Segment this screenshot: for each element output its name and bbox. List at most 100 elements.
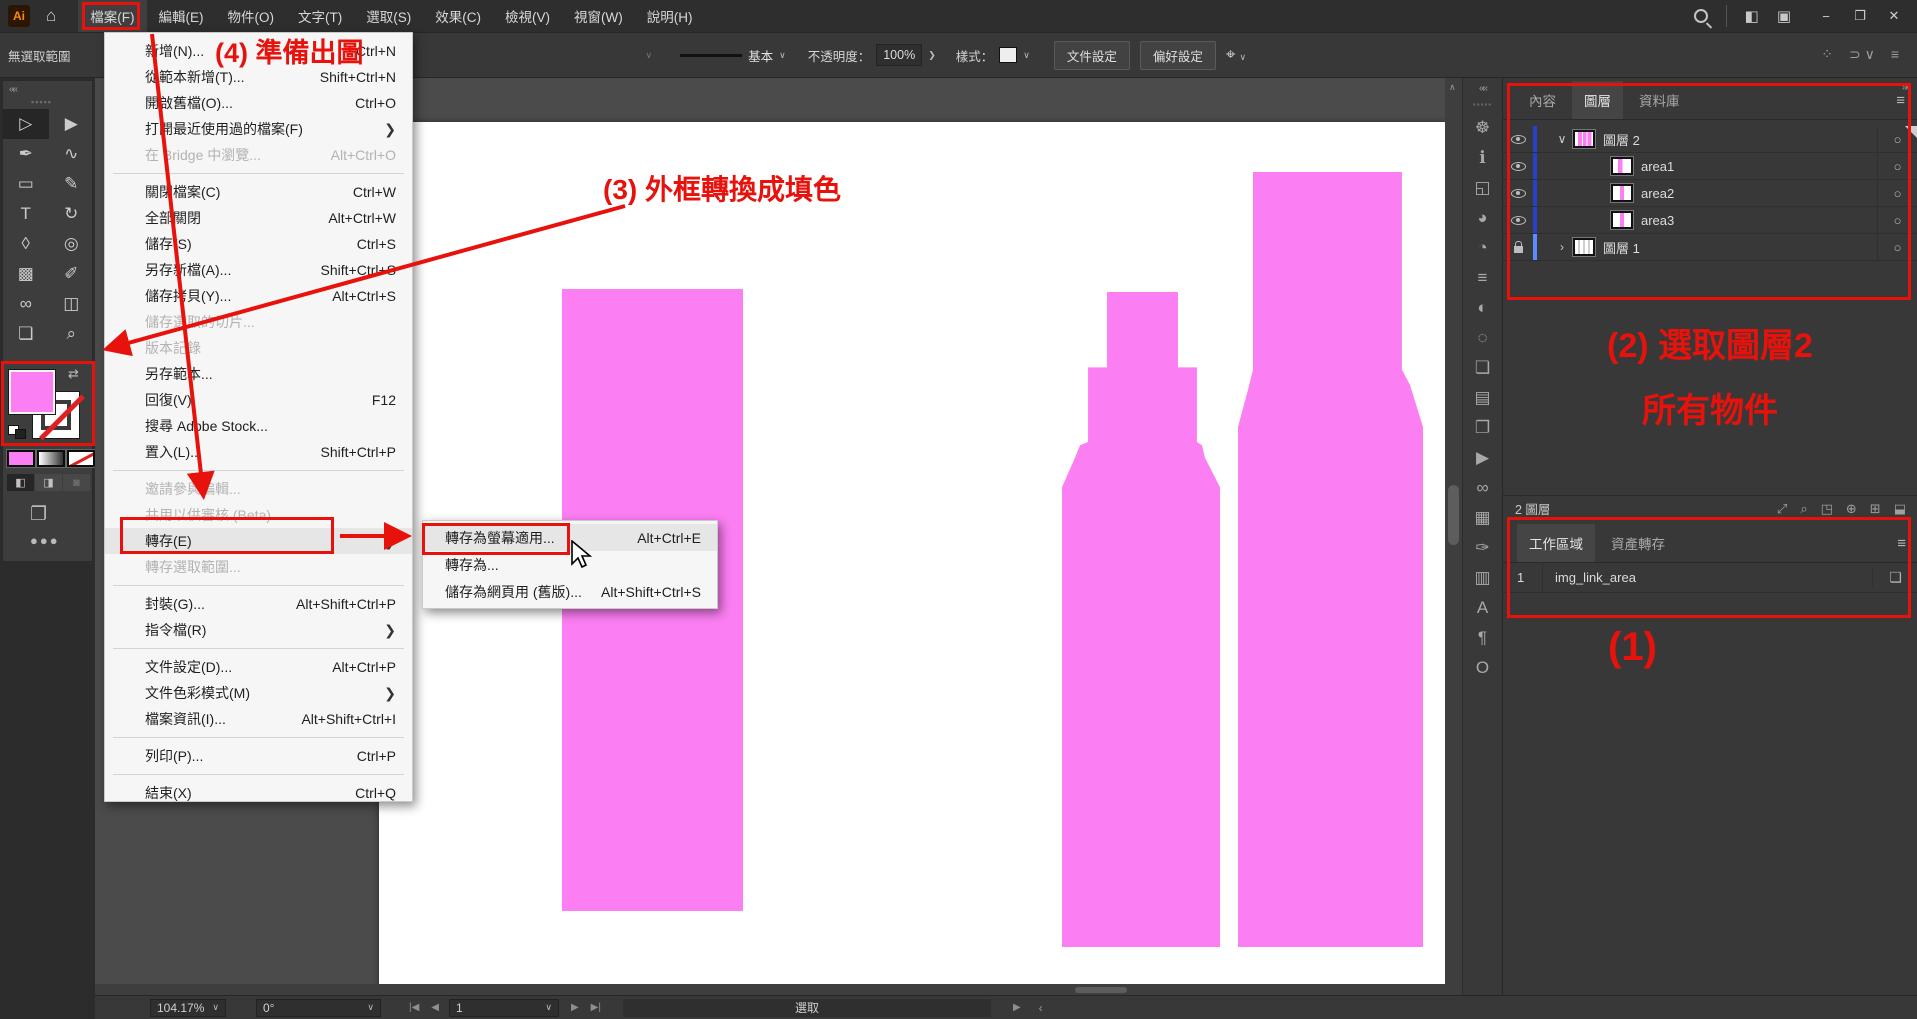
- layer-target-circle[interactable]: ○: [1877, 207, 1917, 233]
- first-artboard-button[interactable]: |◀: [409, 1002, 419, 1013]
- file-menu-item[interactable]: [113, 173, 404, 174]
- layer-name[interactable]: area1: [1641, 159, 1877, 174]
- document-arrange-icon[interactable]: ▣: [1777, 7, 1791, 25]
- layers-panel-menu-icon[interactable]: ≡: [1896, 92, 1905, 109]
- draw-normal-button[interactable]: ◧: [7, 474, 34, 491]
- stroke-style-value[interactable]: 基本: [748, 46, 773, 65]
- layer-disclosure-icon[interactable]: ∨: [1551, 132, 1573, 146]
- horizontal-scrollbar[interactable]: [95, 984, 1445, 995]
- gradient-button[interactable]: [37, 450, 65, 467]
- file-menu-item[interactable]: 文件色彩模式(M)❯: [105, 680, 412, 706]
- panel-icon[interactable]: ◕: [1477, 203, 1487, 233]
- opacity-more-chevron[interactable]: ❯: [928, 50, 936, 61]
- panel-icon[interactable]: A: [1477, 593, 1488, 623]
- file-menu-item[interactable]: 列印(P)...Ctrl+P❯: [105, 743, 412, 769]
- menubar-item[interactable]: 文字(T): [286, 0, 354, 32]
- panel-icon[interactable]: ◱: [1474, 173, 1490, 203]
- layer-name[interactable]: 圖層 1: [1603, 238, 1877, 257]
- panel-icon[interactable]: ✑: [1475, 533, 1489, 563]
- tool-button[interactable]: ⌕: [49, 319, 95, 349]
- panel-icon[interactable]: ◔: [1477, 233, 1487, 263]
- file-menu-item[interactable]: 搜尋 Adobe Stock...❯: [105, 413, 412, 439]
- status-back-icon[interactable]: ‹: [1039, 1001, 1043, 1015]
- layer-row[interactable]: › 圖層 1 ○: [1503, 234, 1917, 261]
- vertical-scrollbar[interactable]: ∧: [1445, 78, 1462, 995]
- panel-tab[interactable]: 圖層: [1572, 81, 1623, 119]
- next-artboard-button[interactable]: ▶: [571, 1002, 579, 1013]
- tool-button[interactable]: ▩: [3, 259, 49, 289]
- file-menu-item[interactable]: [113, 585, 404, 586]
- file-menu-item[interactable]: 儲存(S)Ctrl+S❯: [105, 231, 412, 257]
- tool-button[interactable]: T: [3, 199, 49, 229]
- grid-snap-icon[interactable]: ⁘: [1821, 46, 1833, 63]
- tool-button[interactable]: ◫: [49, 289, 95, 319]
- home-icon[interactable]: ⌂: [46, 6, 56, 26]
- layer-row[interactable]: ∨ 圖層 2 ○: [1503, 126, 1917, 153]
- layers-footer-icon[interactable]: ⌕: [1800, 501, 1807, 517]
- file-menu-item[interactable]: 指令檔(R)❯: [105, 617, 412, 643]
- toolbar-grip[interactable]: ▪▪▪▪▪: [31, 97, 52, 107]
- screen-mode-icon[interactable]: ❐: [30, 503, 47, 526]
- artboard-name[interactable]: img_link_area: [1543, 570, 1872, 585]
- layer-thumbnail[interactable]: [1611, 184, 1633, 202]
- tool-button[interactable]: ✎: [49, 169, 95, 199]
- menubar-item[interactable]: 說明(H): [635, 0, 705, 32]
- collapse-strip-icon[interactable]: ««: [1479, 83, 1486, 94]
- panel-icon[interactable]: ▥: [1474, 563, 1490, 593]
- file-menu-item[interactable]: 打開最近使用過的檔案(F)❯: [105, 116, 412, 142]
- file-menu-item[interactable]: 封裝(G)...Alt+Shift+Ctrl+P❯: [105, 591, 412, 617]
- layer-target-circle[interactable]: ○: [1877, 153, 1917, 179]
- layer-thumbnail[interactable]: [1573, 130, 1595, 148]
- artboard-row[interactable]: 1 img_link_area ❏: [1503, 563, 1917, 593]
- panel-tab[interactable]: 工作區域: [1517, 524, 1595, 562]
- panel-tab[interactable]: 內容: [1517, 81, 1568, 119]
- workspace-layout-icon[interactable]: ◧: [1745, 7, 1759, 25]
- file-menu-item[interactable]: 共用以供審核 (Beta)...❯: [105, 502, 412, 528]
- close-button[interactable]: ✕: [1877, 1, 1911, 31]
- tool-button[interactable]: ▷: [3, 109, 49, 139]
- restore-button[interactable]: ❐: [1843, 1, 1877, 31]
- opacity-input[interactable]: 100%: [876, 44, 922, 66]
- layers-footer-icon[interactable]: ◳: [1821, 501, 1833, 517]
- layer-target-circle[interactable]: ○: [1877, 234, 1917, 260]
- layer-name[interactable]: area3: [1641, 213, 1877, 228]
- file-menu-item[interactable]: 另存新檔(A)...Shift+Ctrl+S❯: [105, 257, 412, 283]
- export-submenu-item[interactable]: 儲存為網頁用 (舊版)...Alt+Shift+Ctrl+S: [423, 578, 717, 605]
- layers-footer-icon[interactable]: ⊞: [1870, 501, 1881, 517]
- layer-name[interactable]: 圖層 2: [1603, 130, 1877, 149]
- last-artboard-button[interactable]: ▶|: [591, 1002, 601, 1013]
- swap-fill-stroke-icon[interactable]: ⇄: [68, 366, 79, 382]
- file-menu-item[interactable]: 在 Bridge 中瀏覽...Alt+Ctrl+O❯: [105, 142, 412, 168]
- layer-row[interactable]: area3 ○: [1503, 207, 1917, 234]
- file-menu-item[interactable]: 文件設定(D)...Alt+Ctrl+P❯: [105, 654, 412, 680]
- layer-row[interactable]: area1 ○: [1503, 153, 1917, 180]
- panel-icon[interactable]: ¶: [1478, 623, 1487, 653]
- file-menu-item[interactable]: [113, 648, 404, 649]
- fill-color-swatch[interactable]: [9, 370, 55, 414]
- layer-target-circle[interactable]: ○: [1877, 180, 1917, 206]
- panel-icon[interactable]: ◌: [1477, 323, 1487, 353]
- panel-icon[interactable]: ❏: [1475, 353, 1490, 383]
- status-play-icon[interactable]: ▶: [1013, 1002, 1021, 1013]
- panel-icon[interactable]: ▦: [1474, 503, 1490, 533]
- panel-icon[interactable]: ❐: [1475, 413, 1490, 443]
- panel-icon[interactable]: ℹ: [1479, 143, 1485, 173]
- file-menu-item[interactable]: [113, 774, 404, 775]
- preferences-button[interactable]: 偏好設定: [1140, 41, 1216, 70]
- file-menu-item[interactable]: 版本記錄❯: [105, 335, 412, 361]
- panel-list-icon[interactable]: ≡: [1891, 46, 1899, 63]
- tool-button[interactable]: ▭: [3, 169, 49, 199]
- tool-button[interactable]: ✐: [49, 259, 95, 289]
- tool-button[interactable]: ✒: [3, 139, 49, 169]
- layer-thumbnail[interactable]: [1573, 238, 1595, 256]
- draw-behind-button[interactable]: ◨: [35, 474, 62, 491]
- file-menu-item[interactable]: 全部關閉Alt+Ctrl+W❯: [105, 205, 412, 231]
- layer-row[interactable]: area2 ○: [1503, 180, 1917, 207]
- panel-tab[interactable]: 資料庫: [1627, 81, 1692, 119]
- color-button[interactable]: [7, 450, 35, 467]
- file-menu-item[interactable]: 邀請參與編輯...❯: [105, 476, 412, 502]
- minimize-button[interactable]: −: [1809, 1, 1843, 31]
- menubar-item[interactable]: 物件(O): [216, 0, 287, 32]
- tool-button[interactable]: ∿: [49, 139, 95, 169]
- layer-disclosure-icon[interactable]: ›: [1551, 240, 1573, 254]
